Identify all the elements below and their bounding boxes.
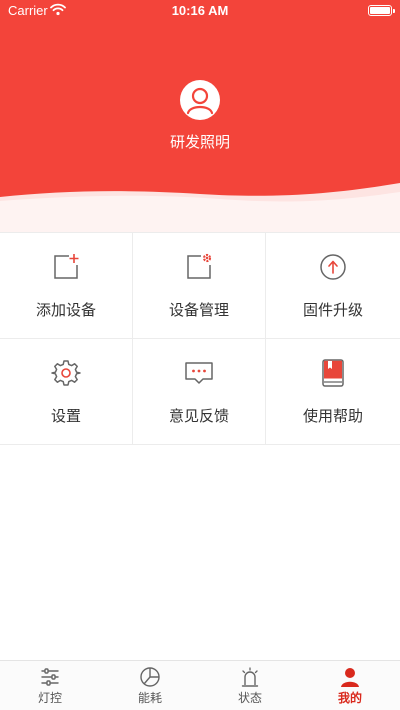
tab-mine[interactable]: 我的 bbox=[300, 661, 400, 710]
clock: 10:16 AM bbox=[171, 3, 229, 18]
add-device-icon bbox=[54, 254, 79, 279]
firmware-upgrade-icon bbox=[320, 254, 346, 280]
alarm-light-icon bbox=[241, 667, 259, 687]
header-wave bbox=[0, 183, 400, 232]
device-manage-button[interactable]: 设备管理 bbox=[133, 233, 266, 339]
user-avatar-icon bbox=[186, 87, 214, 115]
help-button[interactable]: 使用帮助 bbox=[266, 339, 400, 445]
avatar[interactable] bbox=[180, 80, 220, 120]
status-bar: Carrier 10:16 AM bbox=[0, 0, 400, 22]
pie-chart-icon bbox=[140, 667, 160, 687]
feedback-button[interactable]: 意见反馈 bbox=[133, 339, 266, 445]
user-icon bbox=[341, 668, 359, 687]
settings-button[interactable]: 设置 bbox=[0, 339, 133, 445]
device-manage-icon bbox=[187, 253, 212, 279]
tab-mine-label: 我的 bbox=[337, 691, 362, 705]
tab-status-label: 状态 bbox=[237, 691, 262, 705]
firmware-upgrade-label: 固件升级 bbox=[302, 301, 363, 319]
firmware-upgrade-button[interactable]: 固件升级 bbox=[266, 233, 400, 339]
sliders-icon bbox=[41, 668, 59, 686]
feedback-icon bbox=[185, 362, 213, 384]
menu-grid: 添加设备 设备管理 固件升级 设置 意见反馈 使用帮助 bbox=[0, 232, 400, 445]
add-device-button[interactable]: 添加设备 bbox=[0, 233, 133, 339]
profile-header: Carrier 10:16 AM 研发照明 bbox=[0, 0, 400, 232]
add-device-label: 添加设备 bbox=[35, 301, 96, 319]
battery-icon bbox=[368, 5, 395, 16]
tab-status[interactable]: 状态 bbox=[200, 661, 300, 710]
settings-label: 设置 bbox=[50, 407, 81, 425]
tab-light-control[interactable]: 灯控 bbox=[0, 661, 100, 710]
settings-gear-icon bbox=[51, 360, 81, 386]
tab-energy[interactable]: 能耗 bbox=[100, 661, 200, 710]
feedback-label: 意见反馈 bbox=[168, 407, 229, 425]
help-book-icon bbox=[322, 359, 344, 387]
tab-energy-label: 能耗 bbox=[137, 691, 162, 705]
device-manage-label: 设备管理 bbox=[168, 301, 229, 319]
help-label: 使用帮助 bbox=[302, 407, 363, 425]
profile-name: 研发照明 bbox=[169, 133, 230, 151]
tab-bar: 灯控 能耗 状态 我的 bbox=[0, 660, 400, 710]
tab-light-control-label: 灯控 bbox=[37, 691, 62, 705]
